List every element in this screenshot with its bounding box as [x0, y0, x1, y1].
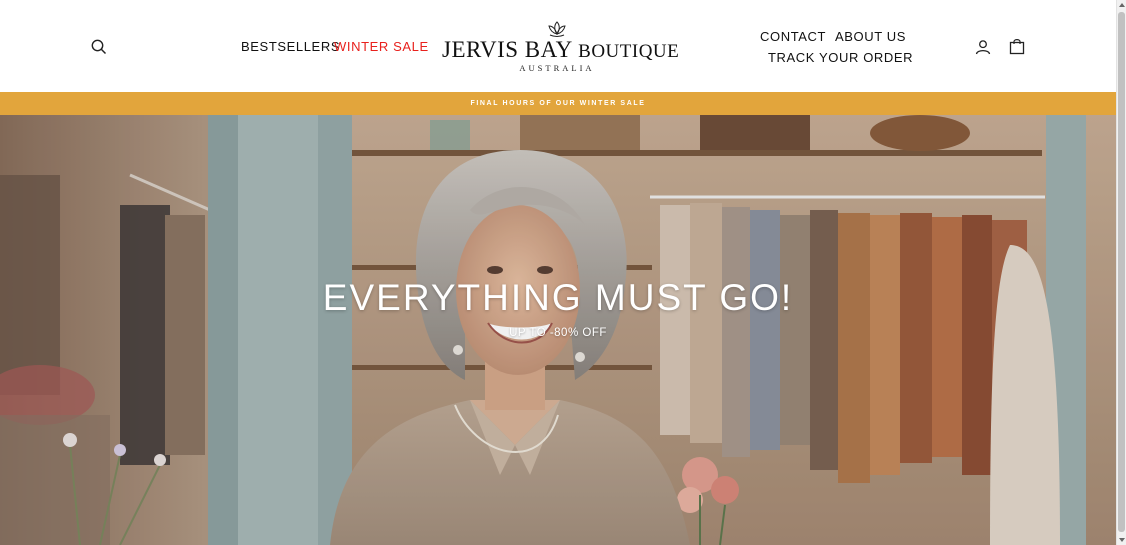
logo-title: JERVIS BAY BOUTIQUE [442, 37, 680, 62]
nav-winter-sale[interactable]: WINTER SALE [334, 39, 429, 54]
site-logo[interactable]: JERVIS BAY BOUTIQUE AUSTRALIA [442, 20, 680, 73]
hero-text-block: EVERYTHING MUST GO! UP TO -80% OFF [0, 277, 1116, 339]
scrollbar-thumb[interactable] [1118, 12, 1125, 532]
logo-subtitle: AUSTRALIA [519, 63, 595, 73]
site-header: BESTSELLERS WINTER SALE JERVIS BAY BOUTI… [0, 0, 1116, 92]
page-scrollbar[interactable] [1116, 0, 1126, 545]
hero-subtitle: UP TO -80% OFF [509, 326, 607, 339]
nav-track-order[interactable]: TRACK YOUR ORDER [768, 50, 913, 65]
nav-bestsellers[interactable]: BESTSELLERS [241, 39, 340, 54]
scroll-down-arrow-icon[interactable] [1119, 538, 1125, 542]
account-icon[interactable] [973, 37, 993, 57]
scroll-up-arrow-icon[interactable] [1119, 3, 1125, 7]
announcement-text: FINAL HOURS OF OUR WINTER SALE [470, 100, 646, 107]
nav-contact[interactable]: CONTACT [760, 29, 826, 44]
search-icon[interactable] [89, 37, 109, 57]
cart-icon[interactable] [1007, 36, 1027, 56]
hero-title: EVERYTHING MUST GO! [322, 277, 794, 318]
nav-about-us[interactable]: ABOUT US [835, 29, 906, 44]
hero-banner[interactable]: EVERYTHING MUST GO! UP TO -80% OFF [0, 115, 1116, 545]
lotus-logo-icon [548, 21, 566, 37]
announcement-bar[interactable]: FINAL HOURS OF OUR WINTER SALE [0, 92, 1116, 115]
